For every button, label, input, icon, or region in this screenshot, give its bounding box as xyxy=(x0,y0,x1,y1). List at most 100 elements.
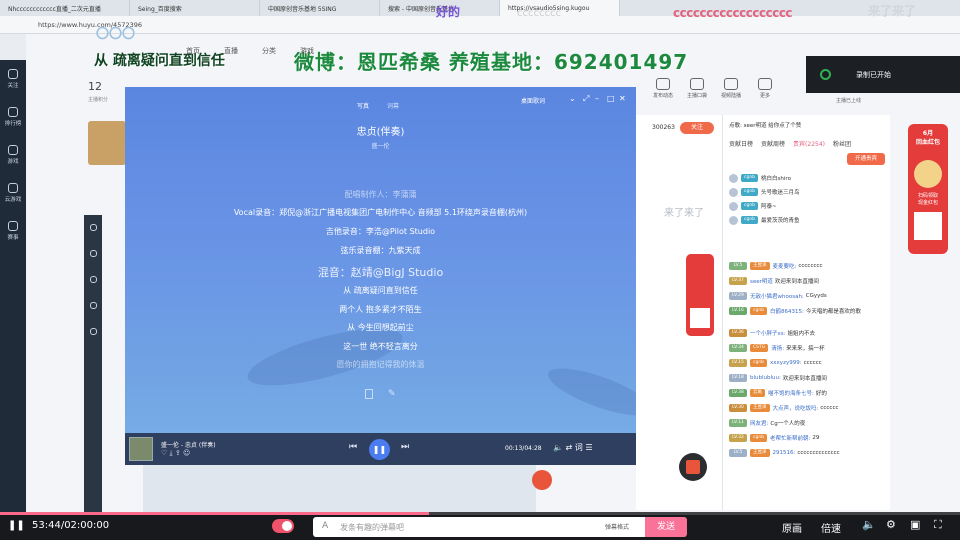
inner-item[interactable] xyxy=(84,215,102,241)
chat-username[interactable]: 291516: xyxy=(773,450,796,456)
inner-item[interactable] xyxy=(84,319,102,345)
tab-lyrics[interactable]: 词幕 xyxy=(387,101,399,110)
previous-icon[interactable]: ⏮ xyxy=(349,442,357,452)
chat-text: 今天唱的都是喜欢的歌 xyxy=(805,309,861,315)
lyrics-toggle-icon[interactable]: 词 xyxy=(575,443,583,452)
vip-row[interactable]: cgnb 桃白白shiro xyxy=(729,171,791,185)
nav-game[interactable]: 游戏 xyxy=(300,46,314,56)
quality-button[interactable]: 原画 xyxy=(782,520,802,535)
album-cover[interactable] xyxy=(129,437,153,461)
lyric-line: 从 疏离疑问直到信任 xyxy=(343,286,418,295)
comment-icon[interactable]: ☺ xyxy=(183,449,190,457)
now-playing[interactable]: 盛一伦 - 忠贞 (伴奏) xyxy=(161,440,216,449)
next-icon[interactable]: ⏭ xyxy=(401,442,409,452)
follower-count: 300263 xyxy=(652,124,675,131)
share-icon[interactable]: ⇪ xyxy=(175,449,181,457)
chat-username[interactable]: seer明道 xyxy=(750,277,773,285)
minimize-icon[interactable]: – xyxy=(595,94,599,103)
video-button[interactable]: 视频陆播 xyxy=(716,78,746,99)
chat-username[interactable]: 白鹤864315: xyxy=(770,307,804,315)
join-vip-button[interactable]: 开通贵宾 xyxy=(847,153,885,165)
sidebar-item-rank[interactable]: 排行榜 xyxy=(0,98,26,136)
vip-name[interactable]: 阿泰~ xyxy=(761,202,777,210)
fullscreen-icon[interactable]: ⛶ xyxy=(934,518,942,532)
address-bar[interactable]: https://www.huyu.com/4572396 xyxy=(38,19,298,31)
vip-name[interactable]: 桃白白shiro xyxy=(761,174,791,182)
vip-name[interactable]: 最爱茨茨的青鱼 xyxy=(761,216,800,224)
chat-username[interactable]: xxxyzy999: xyxy=(770,360,802,366)
inner-item[interactable] xyxy=(84,241,102,267)
song-artist[interactable]: 盛一伦 xyxy=(125,141,636,150)
nav-live[interactable]: 直播 xyxy=(224,46,238,56)
follow-button[interactable]: 关注 xyxy=(680,122,714,134)
level-badge: LV.30 xyxy=(729,404,747,412)
chat-username[interactable]: 清扬: xyxy=(771,344,784,352)
red-packet-ad[interactable]: 6月 回血红包 扫码领取 现金红包 xyxy=(908,124,948,254)
volume-icon[interactable]: 🔈 xyxy=(862,518,876,531)
volume-icon[interactable]: 🔈 xyxy=(553,443,563,452)
tab-weekly[interactable]: 贡献周榜 xyxy=(757,139,789,148)
gift-icon xyxy=(89,275,97,283)
sidebar-item-cloud[interactable]: 云游戏 xyxy=(0,174,26,212)
inner-item[interactable] xyxy=(84,267,102,293)
desktop-lyrics-button[interactable]: 桌面歌词 xyxy=(521,96,545,105)
nav-home[interactable]: 首页 xyxy=(186,46,200,56)
tab-fans[interactable]: 粉丝团 xyxy=(829,139,855,148)
heart-icon[interactable]: ♡ xyxy=(161,449,167,457)
fullscreen-icon[interactable]: ⤢ xyxy=(583,94,589,104)
chat-message: LV.32 cgnb 老帮忙新帮前朝: 29 xyxy=(729,431,887,445)
sidebar-item-follow[interactable]: 关注 xyxy=(0,60,26,98)
chat-username[interactable]: blublubluu: xyxy=(750,375,781,381)
tab-daily[interactable]: 贡献日榜 xyxy=(725,139,757,148)
loop-icon[interactable]: ⇄ xyxy=(566,443,573,452)
cloud-icon xyxy=(8,183,18,193)
pause-icon[interactable]: ❚❚ xyxy=(8,520,25,531)
settings-icon[interactable]: A xyxy=(322,521,328,531)
close-icon[interactable]: ✕ xyxy=(619,94,626,103)
chat-username[interactable]: 麦麦要吃: xyxy=(773,262,797,270)
speed-button[interactable]: 倍速 xyxy=(821,520,841,535)
overlay-text: 好的 xyxy=(436,5,461,19)
download-icon[interactable]: ⤓ xyxy=(170,449,173,457)
fan-badge: 王昱泽 xyxy=(750,262,770,270)
tab-portrait[interactable]: 写真 xyxy=(357,101,369,110)
like-button-large[interactable] xyxy=(679,453,707,481)
vip-row[interactable]: cgnb 最爱茨茨的青鱼 xyxy=(729,213,800,227)
red-packet-ad-small[interactable] xyxy=(686,254,714,336)
send-button[interactable]: 发送 xyxy=(645,517,687,537)
more-button[interactable]: 更多 xyxy=(750,78,780,99)
post-button[interactable]: 发布动态 xyxy=(648,78,678,99)
inner-item[interactable] xyxy=(84,293,102,319)
streamer-avatar[interactable] xyxy=(88,121,126,165)
vip-name[interactable]: 头号歌迷三月鸟 xyxy=(761,188,800,196)
browser-tab[interactable]: 中国原创音乐基地 5SING xyxy=(260,0,380,16)
vip-row[interactable]: cgnb 头号歌迷三月鸟 xyxy=(729,185,800,199)
browser-tab[interactable]: Nhcccccccccccc直播_二次元直播 xyxy=(0,0,130,16)
sidebar-item-game[interactable]: 游戏 xyxy=(0,136,26,174)
tab-vip[interactable]: 贵宾(2254) xyxy=(789,139,829,148)
pocket-button[interactable]: 主播口袋 xyxy=(682,78,712,99)
sidebar-item-events[interactable]: 赛事 xyxy=(0,212,26,250)
pip-icon[interactable]: ▣ xyxy=(910,518,920,531)
chat-username[interactable]: 网友君: xyxy=(750,419,768,427)
chevron-down-icon[interactable]: ⌄ xyxy=(569,94,576,103)
like-button[interactable] xyxy=(532,470,552,490)
chat-username[interactable]: 大点声，说吃饭吗: xyxy=(773,404,819,412)
mic-icon[interactable]: ✎ xyxy=(388,389,396,399)
danmu-format[interactable]: 弹幕格式 xyxy=(605,522,629,531)
maximize-icon[interactable]: □ xyxy=(607,94,615,103)
chat-username[interactable]: 一个小胖子xs: xyxy=(750,329,785,337)
playlist-icon[interactable]: ☰ xyxy=(585,443,592,452)
chat-username[interactable]: 老帮忙新帮前朝: xyxy=(770,434,810,442)
bookmark-icon[interactable] xyxy=(365,389,373,399)
chat-username[interactable]: 无敌小猫君whoosah: xyxy=(750,292,804,300)
star-icon xyxy=(89,301,97,309)
chat-username[interactable]: 喵不饱的海条七号: xyxy=(768,389,814,397)
pause-button[interactable]: ❚❚ xyxy=(369,439,390,460)
browser-tab[interactable]: Seing_百度搜索 xyxy=(130,0,260,16)
vip-row[interactable]: cgnb 阿泰~ xyxy=(729,199,777,213)
danmu-toggle[interactable] xyxy=(272,519,294,533)
overlay-text: cccccccccccccccccc xyxy=(673,6,793,20)
settings-icon[interactable]: ⚙ xyxy=(886,518,896,531)
nav-category[interactable]: 分类 xyxy=(262,46,276,56)
